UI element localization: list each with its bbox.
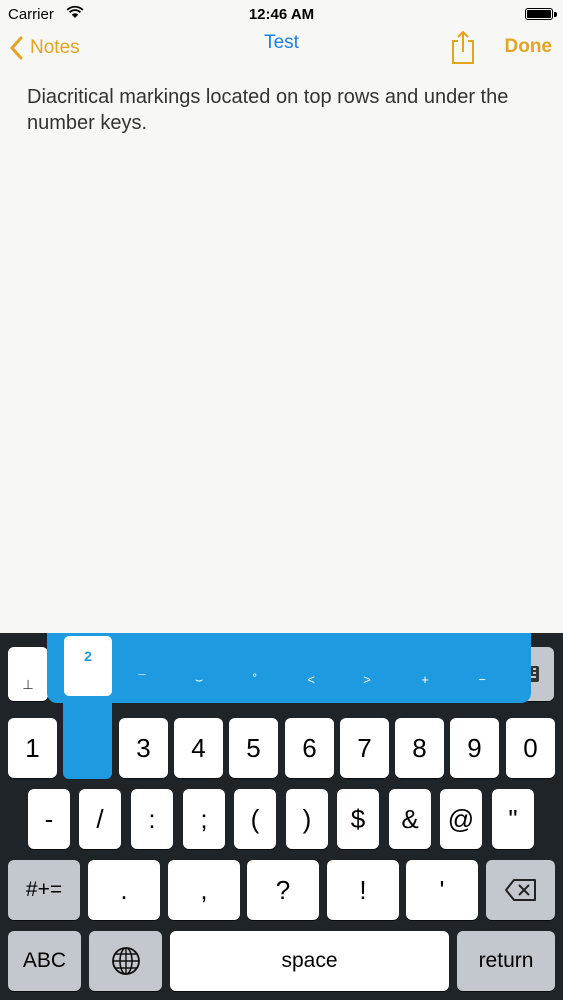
more-symbols-key[interactable]: #+=	[8, 860, 80, 920]
status-bar: Carrier 12:46 AM	[0, 0, 563, 30]
navigation-bar: Notes Test Done	[0, 28, 563, 72]
key-1[interactable]: 1	[8, 718, 57, 778]
space-key[interactable]: space	[170, 931, 449, 991]
key-period[interactable]: .	[88, 860, 160, 920]
key-0[interactable]: 0	[506, 718, 555, 778]
share-icon	[452, 30, 474, 64]
key-8[interactable]: 8	[395, 718, 444, 778]
abc-key[interactable]: ABC	[8, 931, 81, 991]
delete-key[interactable]	[486, 860, 555, 920]
battery-icon	[525, 8, 557, 20]
key-6[interactable]: 6	[285, 718, 334, 778]
popup-selected-key[interactable]: 2	[64, 636, 112, 696]
key-hyphen[interactable]: -	[28, 789, 70, 849]
popup-option[interactable]: ˚	[240, 672, 270, 687]
popup-option[interactable]: +	[410, 672, 440, 687]
key-quote[interactable]: "	[492, 789, 534, 849]
key-5[interactable]: 5	[229, 718, 278, 778]
key-perp[interactable]: ⊥	[8, 647, 48, 701]
diacritic-popup	[47, 633, 531, 703]
key-close-paren[interactable]: )	[286, 789, 328, 849]
popup-option[interactable]: ⌣	[184, 672, 214, 688]
done-button[interactable]: Done	[505, 36, 553, 58]
key-semicolon[interactable]: ;	[183, 789, 225, 849]
page-title: Test	[264, 32, 299, 53]
key-comma[interactable]: ,	[168, 860, 240, 920]
share-button[interactable]	[450, 30, 476, 71]
key-open-paren[interactable]: (	[234, 789, 276, 849]
popup-option[interactable]: ¯	[127, 672, 157, 687]
key-9[interactable]: 9	[450, 718, 499, 778]
key-ampersand[interactable]: &	[389, 789, 431, 849]
popup-option[interactable]: ˃	[352, 672, 382, 687]
key-dollar[interactable]: $	[337, 789, 379, 849]
key-apostrophe[interactable]: '	[406, 860, 478, 920]
key-3[interactable]: 3	[119, 718, 168, 778]
delete-icon	[504, 879, 536, 901]
popup-option[interactable]: −	[467, 672, 497, 687]
key-colon[interactable]: :	[131, 789, 173, 849]
clock: 12:46 AM	[248, 6, 315, 23]
key-at[interactable]: @	[440, 789, 482, 849]
key-question[interactable]: ?	[247, 860, 319, 920]
key-7[interactable]: 7	[340, 718, 389, 778]
popup-option[interactable]: ˂	[296, 672, 326, 687]
key-slash[interactable]: /	[79, 789, 121, 849]
globe-key[interactable]	[89, 931, 162, 991]
key-4[interactable]: 4	[174, 718, 223, 778]
key-exclamation[interactable]: !	[327, 860, 399, 920]
globe-icon	[111, 947, 140, 975]
popup-stem	[63, 700, 112, 779]
key-perp-label: ⊥	[22, 677, 34, 692]
return-key[interactable]: return	[457, 931, 555, 991]
note-body[interactable]: Diacritical markings located on top rows…	[27, 84, 537, 136]
